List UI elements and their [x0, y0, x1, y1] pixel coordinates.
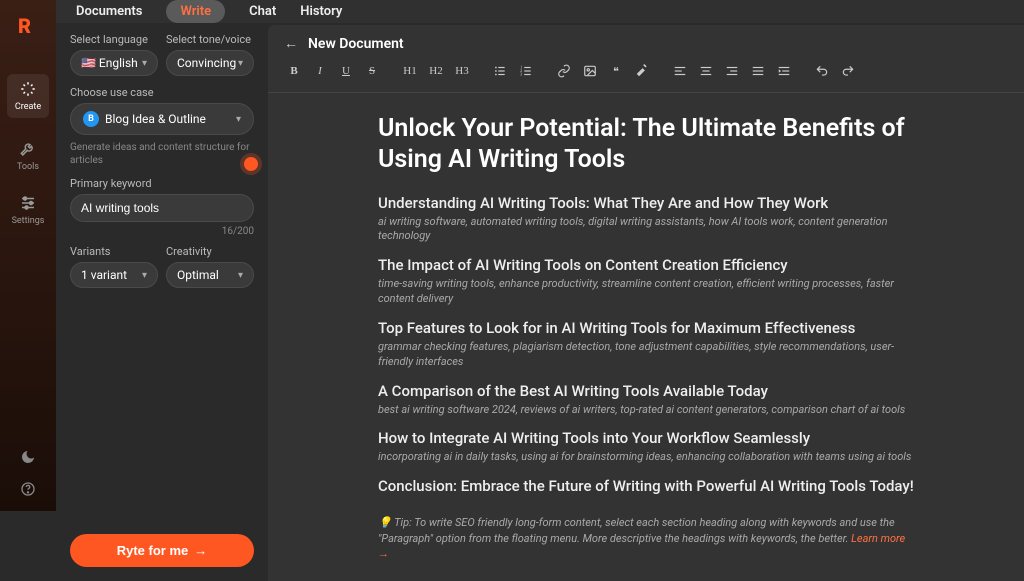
tip-body: 💡 Tip: To write SEO friendly long-form c… — [378, 516, 895, 544]
tab-history[interactable]: History — [300, 4, 342, 19]
tab-chat[interactable]: Chat — [249, 4, 276, 19]
section-keywords: ai writing software, automated writing t… — [378, 215, 914, 245]
theme-icon[interactable] — [20, 449, 36, 469]
section-keywords: time-saving writing tools, enhance produ… — [378, 277, 914, 307]
bullet-list-button[interactable] — [488, 60, 512, 82]
lang-value: 🇺🇸 English — [81, 56, 138, 70]
align-right-button[interactable] — [720, 60, 744, 82]
section-keywords: incorporating ai in daily tasks, using a… — [378, 450, 914, 465]
config-panel: Select language 🇺🇸 English ▾ Select tone… — [56, 23, 268, 581]
document-content[interactable]: Unlock Your Potential: The Ultimate Bene… — [268, 93, 1024, 581]
sliders-icon — [19, 194, 37, 212]
help-icon[interactable] — [20, 481, 36, 501]
nav-tools[interactable]: Tools — [17, 140, 39, 172]
h1-button[interactable]: H1 — [398, 60, 422, 82]
tone-select[interactable]: Convincing ▾ — [166, 50, 254, 76]
h3-button[interactable]: H3 — [450, 60, 474, 82]
svg-text:3: 3 — [520, 72, 522, 77]
section-heading: Top Features to Look for in AI Writing T… — [378, 319, 914, 337]
attention-pulse-icon — [244, 157, 258, 171]
arrow-right-icon: → — [194, 543, 207, 558]
nav-create-label: Create — [15, 102, 41, 112]
undo-button[interactable] — [810, 60, 834, 82]
strike-button[interactable]: S — [360, 60, 384, 82]
align-justify-button[interactable] — [746, 60, 770, 82]
ryte-label: Ryte for me — [117, 543, 189, 558]
usecase-select[interactable]: B Blog Idea & Outline ▾ — [70, 103, 254, 135]
creativity-value: Optimal — [177, 268, 219, 282]
underline-button[interactable]: U — [334, 60, 358, 82]
topbar: Documents Write Chat History — [56, 0, 1024, 23]
numbered-list-button[interactable]: 123 — [514, 60, 538, 82]
chevron-down-icon: ▾ — [238, 58, 243, 69]
image-button[interactable] — [578, 60, 602, 82]
usecase-help: Generate ideas and content structure for… — [70, 141, 254, 167]
editor: ← New Document B I U S H1 H2 H3 123 ❝ — [268, 25, 1024, 581]
section-heading: How to Integrate AI Writing Tools into Y… — [378, 429, 914, 447]
lang-select[interactable]: 🇺🇸 English ▾ — [70, 50, 158, 76]
redo-button[interactable] — [836, 60, 860, 82]
section-keywords: grammar checking features, plagiarism de… — [378, 340, 914, 370]
logo: R — [18, 14, 38, 34]
section-keywords: best ai writing software 2024, reviews o… — [378, 403, 914, 418]
usecase-icon: B — [83, 111, 99, 127]
tone-value: Convincing — [177, 56, 236, 70]
section-heading: The Impact of AI Writing Tools on Conten… — [378, 256, 914, 274]
back-button[interactable]: ← — [284, 35, 298, 52]
keyword-input[interactable] — [70, 194, 254, 222]
usecase-label: Choose use case — [70, 86, 254, 99]
nav-create[interactable]: Create — [7, 74, 49, 118]
variants-select[interactable]: 1 variant ▾ — [70, 262, 158, 288]
indent-button[interactable] — [772, 60, 796, 82]
chevron-down-icon: ▾ — [142, 270, 147, 281]
link-button[interactable] — [552, 60, 576, 82]
creativity-label: Creativity — [166, 245, 254, 258]
align-center-button[interactable] — [694, 60, 718, 82]
italic-button[interactable]: I — [308, 60, 332, 82]
doc-title: New Document — [308, 36, 404, 52]
h2-button[interactable]: H2 — [424, 60, 448, 82]
keyword-counter: 16/200 — [70, 226, 254, 237]
align-left-button[interactable] — [668, 60, 692, 82]
bold-button[interactable]: B — [282, 60, 306, 82]
chevron-down-icon: ▾ — [142, 58, 147, 69]
wrench-icon — [19, 140, 37, 158]
chevron-down-icon: ▾ — [238, 270, 243, 281]
tab-write[interactable]: Write — [166, 0, 225, 23]
main: Documents Write Chat History Select lang… — [56, 0, 1024, 511]
keyword-label: Primary keyword — [70, 177, 254, 190]
usecase-value: Blog Idea & Outline — [105, 112, 206, 126]
highlight-button[interactable] — [630, 60, 654, 82]
doc-heading: Unlock Your Potential: The Ultimate Bene… — [378, 113, 914, 176]
nav-settings-label: Settings — [12, 216, 45, 226]
quote-button[interactable]: ❝ — [604, 60, 628, 82]
section-heading: A Comparison of the Best AI Writing Tool… — [378, 382, 914, 400]
ryte-button[interactable]: Ryte for me → — [70, 534, 254, 567]
format-toolbar: B I U S H1 H2 H3 123 ❝ — [268, 56, 1024, 93]
tip-text: 💡 Tip: To write SEO friendly long-form c… — [378, 515, 914, 561]
section-heading: Understanding AI Writing Tools: What The… — [378, 194, 914, 212]
sparkle-icon — [19, 80, 37, 98]
workspace: Select language 🇺🇸 English ▾ Select tone… — [56, 23, 1024, 581]
nav-tools-label: Tools — [17, 162, 39, 172]
tone-label: Select tone/voice — [166, 33, 254, 46]
left-nav: R Create Tools Settings — [0, 0, 56, 511]
tab-documents[interactable]: Documents — [76, 4, 142, 19]
chevron-down-icon: ▾ — [236, 114, 241, 125]
lang-label: Select language — [70, 33, 158, 46]
variants-label: Variants — [70, 245, 158, 258]
section-heading: Conclusion: Embrace the Future of Writin… — [378, 477, 914, 495]
nav-settings[interactable]: Settings — [12, 194, 45, 226]
creativity-select[interactable]: Optimal ▾ — [166, 262, 254, 288]
variants-value: 1 variant — [81, 268, 127, 282]
